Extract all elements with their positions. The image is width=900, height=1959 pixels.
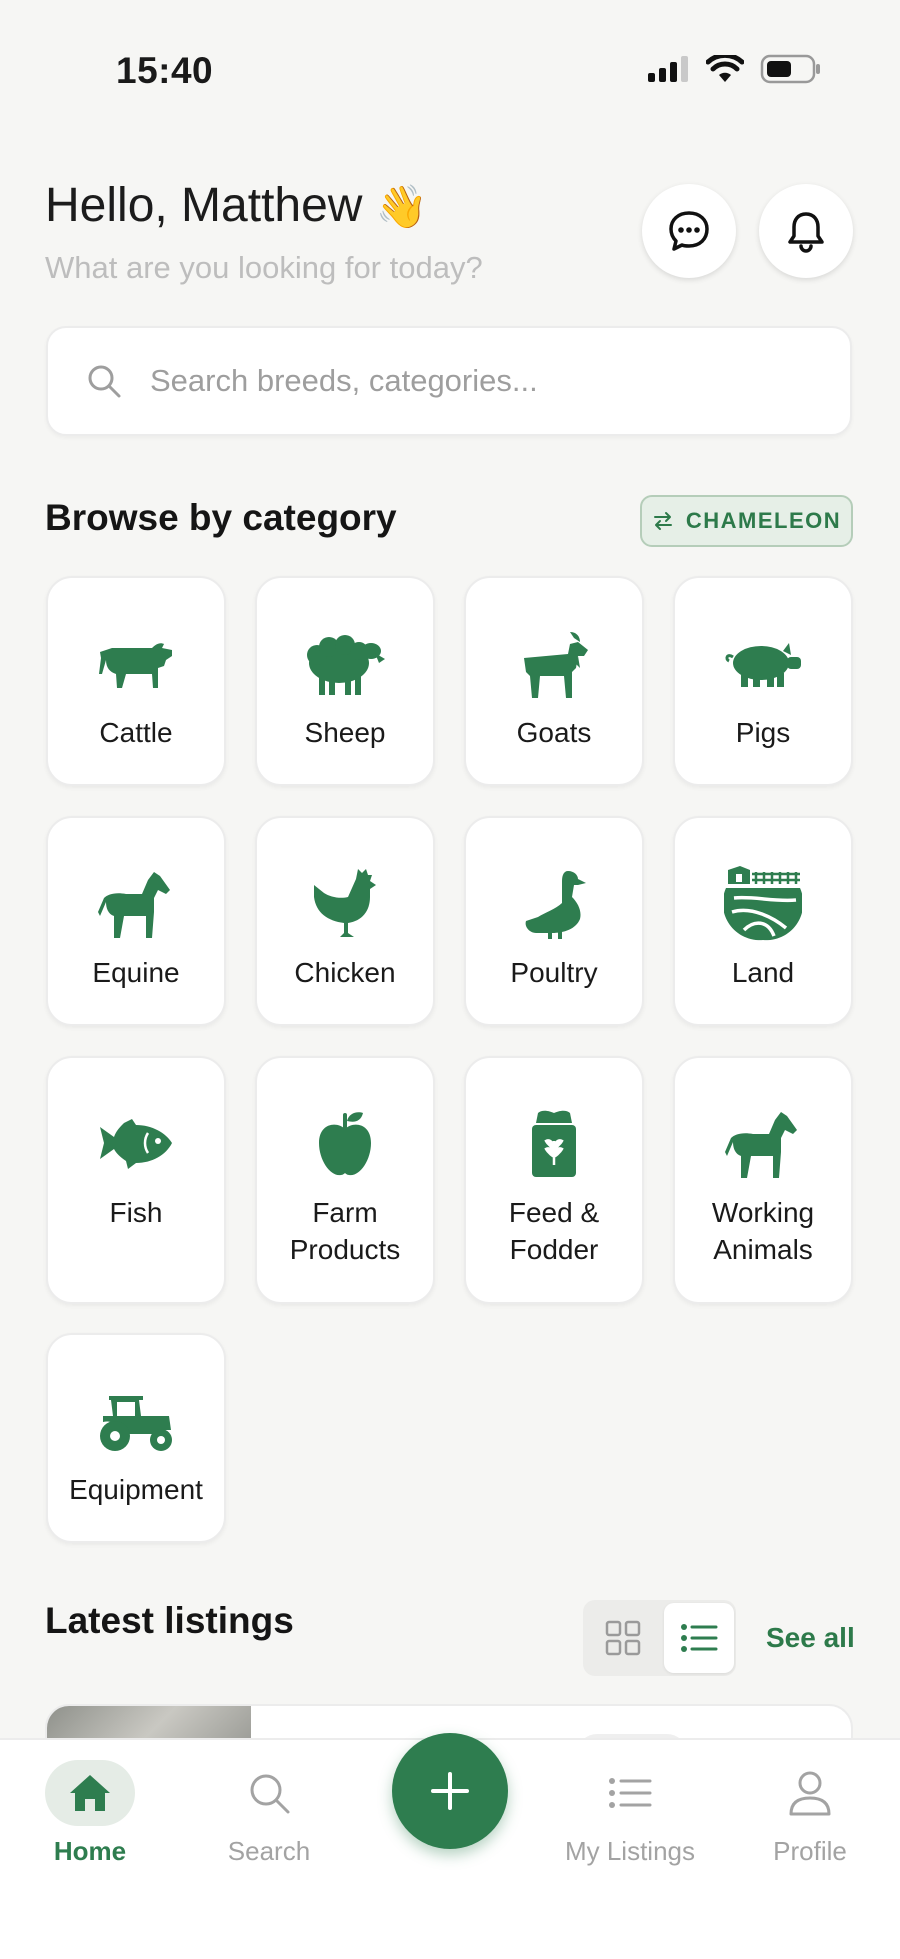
chameleon-theme-toggle[interactable]: CHAMELEON xyxy=(640,495,853,547)
nav-search[interactable]: Search xyxy=(189,1760,349,1867)
category-label: Chicken xyxy=(294,957,396,988)
nav-label: Profile xyxy=(773,1836,847,1866)
greeting-subtitle: What are you looking for today? xyxy=(45,250,483,285)
category-pigs[interactable]: Pigs xyxy=(673,576,853,786)
category-label: Equine xyxy=(92,957,180,988)
list-icon xyxy=(609,1778,652,1808)
goose-icon xyxy=(525,871,586,939)
cellular-signal-icon xyxy=(648,56,688,82)
nav-label: Home xyxy=(53,1836,127,1866)
status-icons xyxy=(648,54,822,84)
category-label: Land xyxy=(731,957,795,988)
horse-icon xyxy=(725,1112,797,1178)
chat-bubble-icon xyxy=(669,211,709,251)
nav-label: Search xyxy=(227,1836,311,1866)
category-equipment[interactable]: Equipment xyxy=(46,1333,226,1543)
goat-icon xyxy=(524,632,588,698)
nav-home-highlight xyxy=(45,1760,135,1826)
greeting-text: Hello, Matthew xyxy=(45,179,363,232)
horse-icon xyxy=(98,872,170,938)
category-fish[interactable]: Fish xyxy=(46,1056,226,1304)
wave-emoji: 👋 xyxy=(375,182,429,231)
category-label: Sheep xyxy=(304,717,386,748)
cow-icon xyxy=(99,643,172,688)
category-label-text: Fish xyxy=(109,1197,163,1228)
pig-icon xyxy=(725,643,801,687)
category-label: Cattle xyxy=(99,717,173,748)
sheep-icon xyxy=(307,635,385,695)
add-listing-button[interactable] xyxy=(392,1733,508,1849)
search-icon xyxy=(88,365,121,398)
list-view-button[interactable] xyxy=(664,1603,734,1673)
category-equine[interactable]: Equine xyxy=(46,816,226,1026)
nav-my-listings[interactable]: My Listings xyxy=(550,1760,710,1867)
category-feed-fodder[interactable]: Feed & Fodder xyxy=(464,1056,644,1304)
category-land[interactable]: Land xyxy=(673,816,853,1026)
nav-label: My Listings xyxy=(564,1836,696,1866)
person-icon xyxy=(789,1771,831,1816)
chameleon-label: CHAMELEON xyxy=(685,508,842,533)
category-label: Fish xyxy=(51,1194,221,1231)
messages-button[interactable] xyxy=(642,184,736,278)
browse-category-title: Browse by category xyxy=(45,497,397,538)
category-sheep[interactable]: Sheep xyxy=(255,576,435,786)
status-time: 15:40 xyxy=(116,50,214,91)
category-working-animals[interactable]: Working Animals xyxy=(673,1056,853,1304)
nav-home[interactable]: Home xyxy=(10,1760,170,1867)
latest-listings-title: Latest listings xyxy=(45,1600,294,1641)
nav-profile[interactable]: Profile xyxy=(730,1760,890,1867)
chicken-icon xyxy=(314,869,376,937)
category-cattle[interactable]: Cattle xyxy=(46,576,226,786)
feed-bag-icon xyxy=(532,1110,576,1177)
tractor-icon xyxy=(100,1396,172,1451)
notifications-button[interactable] xyxy=(759,184,853,278)
category-goats[interactable]: Goats xyxy=(464,576,644,786)
list-icon xyxy=(681,1624,718,1652)
grid-icon xyxy=(605,1620,641,1656)
greeting-heading: Hello, Matthew 👋 xyxy=(45,178,428,233)
search-bar[interactable] xyxy=(46,326,852,436)
category-label: Poultry xyxy=(510,957,598,988)
battery-icon xyxy=(760,54,820,84)
category-label: Goats xyxy=(516,717,592,748)
plus-icon xyxy=(431,1772,469,1810)
wifi-icon xyxy=(706,55,744,82)
bell-icon xyxy=(788,212,824,253)
category-farm-products[interactable]: Farm Products xyxy=(255,1056,435,1304)
category-label: Feed & Fodder xyxy=(508,1197,600,1265)
home-icon xyxy=(70,1775,110,1811)
search-icon xyxy=(250,1774,290,1814)
category-poultry[interactable]: Poultry xyxy=(464,816,644,1026)
see-all-link[interactable]: See all xyxy=(766,1622,855,1654)
fish-icon xyxy=(100,1119,172,1169)
category-label: Working Animals xyxy=(711,1197,815,1265)
category-label: Pigs xyxy=(735,717,791,748)
grid-view-button[interactable] xyxy=(590,1606,656,1670)
category-label: Farm Products xyxy=(289,1197,401,1265)
search-input[interactable] xyxy=(148,362,792,400)
category-label: Equipment xyxy=(69,1474,203,1505)
swap-arrows-icon xyxy=(653,512,672,530)
apple-icon xyxy=(319,1112,371,1176)
category-chicken[interactable]: Chicken xyxy=(255,816,435,1026)
farmland-icon xyxy=(724,866,802,941)
